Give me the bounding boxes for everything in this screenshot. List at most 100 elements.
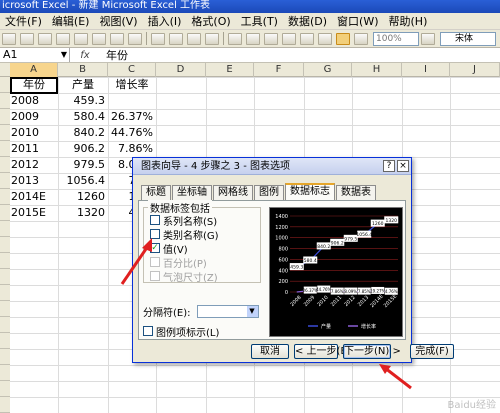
table-cell[interactable]: 906.2 [58, 141, 108, 157]
email-icon[interactable] [74, 32, 88, 45]
table-cell[interactable]: 2014E [10, 189, 58, 205]
row-header[interactable] [0, 77, 10, 93]
next-button[interactable]: 下一步(N) > [343, 344, 401, 359]
table-cell[interactable]: 979.5 [58, 157, 108, 173]
open-icon[interactable] [20, 32, 34, 45]
table-cell[interactable]: 7.86% [108, 141, 156, 157]
series-name-checkbox[interactable] [150, 215, 160, 225]
row-header[interactable] [0, 301, 10, 317]
tab-data-table[interactable]: 数据表 [336, 185, 376, 200]
font-select[interactable]: 宋体 [440, 31, 496, 46]
back-button[interactable]: < 上一步(B) [294, 344, 351, 359]
table-cell[interactable]: 1320 [58, 205, 108, 221]
table-cell[interactable]: 1260 [58, 189, 108, 205]
chart-wizard-icon[interactable] [336, 32, 350, 45]
zoom-select[interactable]: 100% [373, 31, 419, 46]
table-cell[interactable]: 2008 [10, 93, 58, 109]
column-header[interactable]: E [206, 63, 254, 77]
table-cell[interactable]: 26.37% [108, 109, 156, 125]
row-header[interactable] [0, 365, 10, 381]
row-header[interactable] [0, 93, 10, 109]
tab-titles[interactable]: 标题 [141, 185, 171, 200]
row-header[interactable] [0, 253, 10, 269]
column-header[interactable]: I [402, 63, 450, 77]
table-cell[interactable] [108, 93, 156, 109]
menu-file[interactable]: 文件(F) [0, 13, 47, 29]
cut-icon[interactable] [151, 32, 165, 45]
table-cell[interactable]: 2015E [10, 205, 58, 221]
column-header[interactable]: F [254, 63, 304, 77]
row-header[interactable] [0, 125, 10, 141]
table-cell[interactable]: 580.4 [58, 109, 108, 125]
finish-button[interactable]: 完成(F) [410, 344, 454, 359]
column-header[interactable]: A [10, 63, 58, 77]
row-header[interactable] [0, 381, 10, 397]
menu-edit[interactable]: 编辑(E) [47, 13, 95, 29]
name-box[interactable]: A1 ▼ [0, 48, 70, 62]
redo-icon[interactable] [246, 32, 260, 45]
sort-descending-icon[interactable] [318, 32, 332, 45]
row-header[interactable] [0, 333, 10, 349]
row-header[interactable] [0, 285, 10, 301]
chevron-down-icon[interactable]: ▼ [61, 48, 67, 61]
legend-key-checkbox[interactable] [143, 326, 153, 336]
paste-icon[interactable] [187, 32, 201, 45]
column-header[interactable]: D [156, 63, 206, 77]
tab-axes[interactable]: 坐标轴 [172, 185, 212, 200]
tab-data-labels[interactable]: 数据标志 [285, 183, 335, 200]
sort-ascending-icon[interactable] [300, 32, 314, 45]
hyperlink-icon[interactable] [264, 32, 278, 45]
table-cell[interactable]: 2012 [10, 157, 58, 173]
menu-tools[interactable]: 工具(T) [236, 13, 283, 29]
drawing-icon[interactable] [354, 32, 368, 45]
row-header[interactable] [0, 397, 10, 413]
function-icon[interactable]: fx [70, 50, 100, 61]
menu-window[interactable]: 窗口(W) [332, 13, 383, 29]
table-cell[interactable]: 增长率 [108, 77, 156, 93]
table-cell[interactable]: 2011 [10, 141, 58, 157]
row-header[interactable] [0, 141, 10, 157]
menu-insert[interactable]: 插入(I) [143, 13, 187, 29]
close-icon[interactable]: × [397, 160, 409, 172]
row-header[interactable] [0, 109, 10, 125]
option-series-name[interactable]: 系列名称(S) [150, 214, 217, 228]
column-header[interactable]: J [450, 63, 500, 77]
column-header[interactable]: C [108, 63, 156, 77]
row-header[interactable] [0, 157, 10, 173]
table-cell[interactable]: 2010 [10, 125, 58, 141]
row-header[interactable] [0, 173, 10, 189]
print-preview-icon[interactable] [110, 32, 124, 45]
row-header[interactable] [0, 221, 10, 237]
menu-help[interactable]: 帮助(H) [384, 13, 433, 29]
new-icon[interactable] [2, 32, 16, 45]
undo-icon[interactable] [228, 32, 242, 45]
help-icon[interactable] [421, 32, 435, 45]
column-header[interactable]: B [58, 63, 108, 77]
column-header[interactable]: H [352, 63, 402, 77]
format-painter-icon[interactable] [205, 32, 219, 45]
legend-key-option[interactable]: 图例项标示(L) [143, 325, 219, 339]
row-header[interactable] [0, 317, 10, 333]
row-header[interactable] [0, 205, 10, 221]
row-header[interactable] [0, 237, 10, 253]
print-icon[interactable] [92, 32, 106, 45]
spelling-icon[interactable] [128, 32, 142, 45]
row-header[interactable] [0, 189, 10, 205]
copy-icon[interactable] [169, 32, 183, 45]
active-cell[interactable] [10, 77, 58, 94]
row-header[interactable] [0, 349, 10, 365]
permission-icon[interactable] [56, 32, 70, 45]
chevron-down-icon[interactable]: ▼ [246, 305, 258, 317]
menu-format[interactable]: 格式(O) [186, 13, 235, 29]
menu-view[interactable]: 视图(V) [94, 13, 142, 29]
table-cell[interactable]: 44.76% [108, 125, 156, 141]
tab-gridlines[interactable]: 网格线 [213, 185, 253, 200]
help-icon[interactable]: ? [383, 160, 395, 172]
row-header[interactable] [0, 269, 10, 285]
table-cell[interactable]: 459.3 [58, 93, 108, 109]
table-cell[interactable]: 1056.4 [58, 173, 108, 189]
tab-legend[interactable]: 图例 [254, 185, 284, 200]
column-header[interactable]: G [304, 63, 352, 77]
table-cell[interactable]: 产量 [58, 77, 108, 93]
table-cell[interactable]: 840.2 [58, 125, 108, 141]
